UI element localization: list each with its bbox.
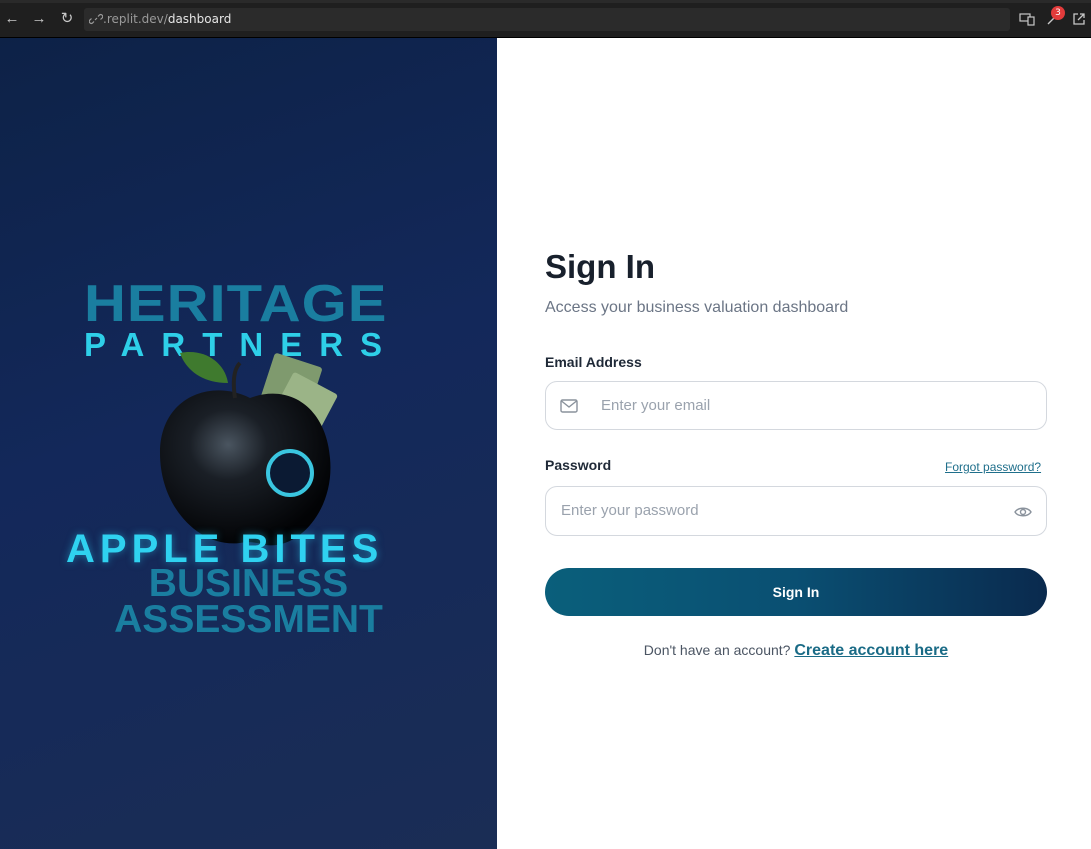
apple-logo-image — [160, 352, 338, 546]
forgot-password-link[interactable]: Forgot password? — [945, 460, 1041, 474]
address-bar[interactable]: .replit.dev/dashboard — [84, 8, 1010, 31]
open-external-icon[interactable] — [1071, 11, 1087, 27]
url-text: .replit.dev/dashboard — [103, 12, 232, 26]
password-placeholder: Enter your password — [561, 502, 699, 519]
browser-toolbar: ← → ↻ .replit.dev/dashboard 3 — [0, 0, 1091, 38]
password-label: Password — [545, 457, 612, 473]
email-placeholder: Enter your email — [601, 397, 711, 414]
page-title: Sign In — [545, 248, 655, 285]
page-subtitle: Access your business valuation dashboard — [545, 299, 849, 316]
product-tagline-line2: ASSESSMENT — [114, 598, 383, 641]
email-field[interactable]: Enter your email — [545, 381, 1047, 430]
mail-icon — [560, 399, 578, 413]
tab-strip — [0, 0, 1091, 3]
product-tagline-line1: BUSINESS — [148, 562, 349, 605]
sign-in-button[interactable]: Sign In — [545, 568, 1047, 616]
password-field[interactable]: Enter your password — [545, 486, 1047, 536]
product-tagline: BUSINESS ASSESSMENT — [0, 562, 497, 641]
link-icon — [89, 14, 103, 24]
devices-icon[interactable] — [1019, 11, 1035, 27]
eye-icon[interactable] — [1014, 504, 1032, 520]
forward-arrow-icon[interactable]: → — [30, 10, 48, 28]
brand-panel: HERITAGE PARTNERS APPLE BITES BUSINESS A… — [0, 38, 497, 849]
email-label: Email Address — [545, 354, 642, 370]
signup-prompt-text: Don't have an account? — [643, 642, 791, 658]
create-account-link[interactable]: Create account here — [794, 642, 948, 659]
notification-badge: 3 — [1051, 6, 1065, 20]
back-arrow-icon[interactable]: ← — [3, 10, 21, 28]
reload-icon[interactable]: ↻ — [58, 10, 76, 28]
signup-prompt: Don't have an account? Create account he… — [0, 642, 1091, 660]
brand-title: HERITAGE — [84, 274, 388, 333]
